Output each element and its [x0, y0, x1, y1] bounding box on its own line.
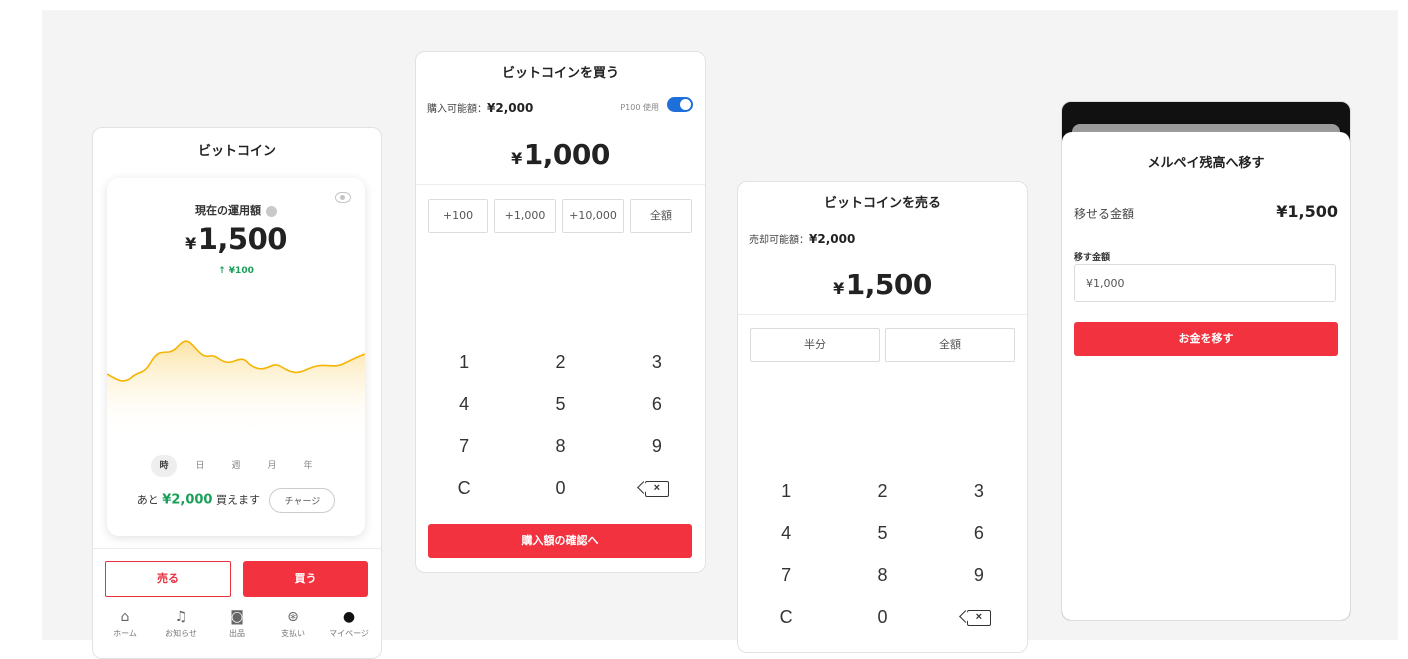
- backspace-icon: ×: [966, 610, 991, 627]
- bell-icon: ♫: [174, 609, 188, 625]
- bottom-sheet: メルペイ残高へ移す 移せる金額 ¥1,500 移す金額 ¥1,000 お金を移す: [1062, 132, 1350, 620]
- screen-title: ビットコインを売る: [823, 196, 941, 211]
- half-button[interactable]: 半分: [750, 328, 880, 362]
- key-2[interactable]: 2: [834, 470, 930, 512]
- key-4[interactable]: 4: [738, 512, 834, 554]
- all-amount-button[interactable]: 全額: [630, 199, 692, 233]
- key-5[interactable]: 5: [834, 512, 930, 554]
- key-1[interactable]: 1: [738, 470, 834, 512]
- key-6[interactable]: 6: [609, 383, 705, 425]
- key-0[interactable]: 0: [512, 467, 608, 509]
- confirm-purchase-button[interactable]: 購入額の確認へ: [428, 524, 692, 558]
- period-year[interactable]: 年: [295, 455, 321, 477]
- key-2[interactable]: 2: [512, 341, 608, 383]
- all-amount-button[interactable]: 全額: [885, 328, 1015, 362]
- card-label-row: 現在の運用額: [107, 202, 365, 218]
- home-icon: ⌂: [120, 609, 130, 625]
- price-chart: [107, 340, 365, 438]
- remaining-amount: ¥2,000: [162, 492, 213, 508]
- charge-button[interactable]: チャージ: [269, 488, 336, 513]
- add-1000-button[interactable]: +1,000: [494, 199, 556, 233]
- divider: [93, 548, 381, 549]
- key-7[interactable]: 7: [416, 425, 512, 467]
- buy-amount: ¥1,000: [511, 138, 610, 171]
- change-indicator: ↑ ¥100: [218, 266, 254, 276]
- balance-card: 現在の運用額 ¥1,500 ↑ ¥100 時 日 週 月 年 あと ¥2,000: [107, 178, 365, 536]
- tab-mypage[interactable]: ● マイページ: [323, 606, 375, 658]
- key-backspace[interactable]: ×: [609, 467, 705, 509]
- backspace-icon: ×: [644, 481, 669, 498]
- available-row: 購入可能額：¥2,000: [427, 101, 534, 115]
- key-clear[interactable]: C: [416, 467, 512, 509]
- price-chart-area: [107, 341, 365, 438]
- sell-amount: ¥1,500: [833, 268, 932, 301]
- card-label: 現在の運用額: [195, 204, 261, 217]
- key-6[interactable]: 6: [931, 512, 1027, 554]
- add-10000-button[interactable]: +10,000: [562, 199, 624, 233]
- add-100-button[interactable]: +100: [428, 199, 488, 233]
- key-0[interactable]: 0: [834, 596, 930, 638]
- key-8[interactable]: 8: [512, 425, 608, 467]
- transfer-button[interactable]: お金を移す: [1074, 322, 1338, 356]
- bitcoin-home-screen: ビットコイン 現在の運用額 ¥1,500 ↑ ¥100 時 日 週 月 年 あと…: [92, 127, 382, 659]
- transfer-to-merpay-screen: メルペイ残高へ移す 移せる金額 ¥1,500 移す金額 ¥1,000 お金を移す: [1061, 101, 1351, 621]
- available-row: 売却可能額：¥2,000: [749, 232, 856, 246]
- buy-button[interactable]: 買う: [243, 561, 368, 597]
- period-hour[interactable]: 時: [151, 455, 177, 477]
- bottom-tab-bar: ⌂ ホーム ♫ お知らせ ◙ 出品 ⊛ 支払い ● マイページ: [93, 606, 381, 658]
- key-7[interactable]: 7: [738, 554, 834, 596]
- point-toggle[interactable]: [667, 97, 693, 112]
- available-amount: ¥2,000: [809, 232, 856, 246]
- screen-title: ビットコイン: [197, 144, 276, 159]
- person-icon: ●: [342, 609, 356, 625]
- movable-amount: ¥1,500: [1276, 202, 1338, 221]
- field-label: 移す金額: [1074, 253, 1111, 263]
- tab-notifications[interactable]: ♫ お知らせ: [155, 606, 207, 658]
- key-clear[interactable]: C: [738, 596, 834, 638]
- available-amount: ¥2,000: [487, 101, 534, 115]
- key-9[interactable]: 9: [931, 554, 1027, 596]
- camera-icon: ◙: [230, 609, 244, 625]
- key-3[interactable]: 3: [609, 341, 705, 383]
- period-selector: 時 日 週 月 年: [107, 455, 365, 477]
- buy-bitcoin-screen: ビットコインを買う 購入可能額：¥2,000 P100 使用 ¥1,000 +1…: [415, 51, 706, 573]
- key-5[interactable]: 5: [512, 383, 608, 425]
- key-backspace[interactable]: ×: [931, 596, 1027, 638]
- key-9[interactable]: 9: [609, 425, 705, 467]
- info-icon[interactable]: [266, 205, 277, 217]
- key-1[interactable]: 1: [416, 341, 512, 383]
- sheet-title: メルペイ残高へ移す: [1147, 156, 1265, 171]
- key-8[interactable]: 8: [834, 554, 930, 596]
- point-label: P100 使用: [620, 103, 659, 112]
- remaining-row: あと ¥2,000 買えます チャージ: [107, 488, 365, 513]
- divider: [738, 314, 1027, 315]
- period-month[interactable]: 月: [259, 455, 285, 477]
- tab-payment[interactable]: ⊛ 支払い: [267, 606, 319, 658]
- transfer-amount-field[interactable]: ¥1,000: [1074, 264, 1336, 302]
- divider: [416, 184, 705, 185]
- key-4[interactable]: 4: [416, 383, 512, 425]
- key-3[interactable]: 3: [931, 470, 1027, 512]
- period-week[interactable]: 週: [223, 455, 249, 477]
- sell-bitcoin-screen: ビットコインを売る 売却可能額：¥2,000 ¥1,500 半分 全額 1 2 …: [737, 181, 1028, 653]
- screen-title: ビットコインを買う: [501, 66, 619, 81]
- movable-label: 移せる金額: [1074, 207, 1135, 221]
- sell-button[interactable]: 売る: [105, 561, 231, 597]
- balance-amount: ¥1,500: [185, 222, 287, 256]
- tab-listing[interactable]: ◙ 出品: [211, 606, 263, 658]
- number-keypad: 1 2 3 4 5 6 7 8 9 C 0 ×: [416, 341, 705, 509]
- number-keypad: 1 2 3 4 5 6 7 8 9 C 0 ×: [738, 470, 1027, 638]
- tab-home[interactable]: ⌂ ホーム: [99, 606, 151, 658]
- period-day[interactable]: 日: [187, 455, 213, 477]
- yen-circle-icon: ⊛: [287, 609, 299, 625]
